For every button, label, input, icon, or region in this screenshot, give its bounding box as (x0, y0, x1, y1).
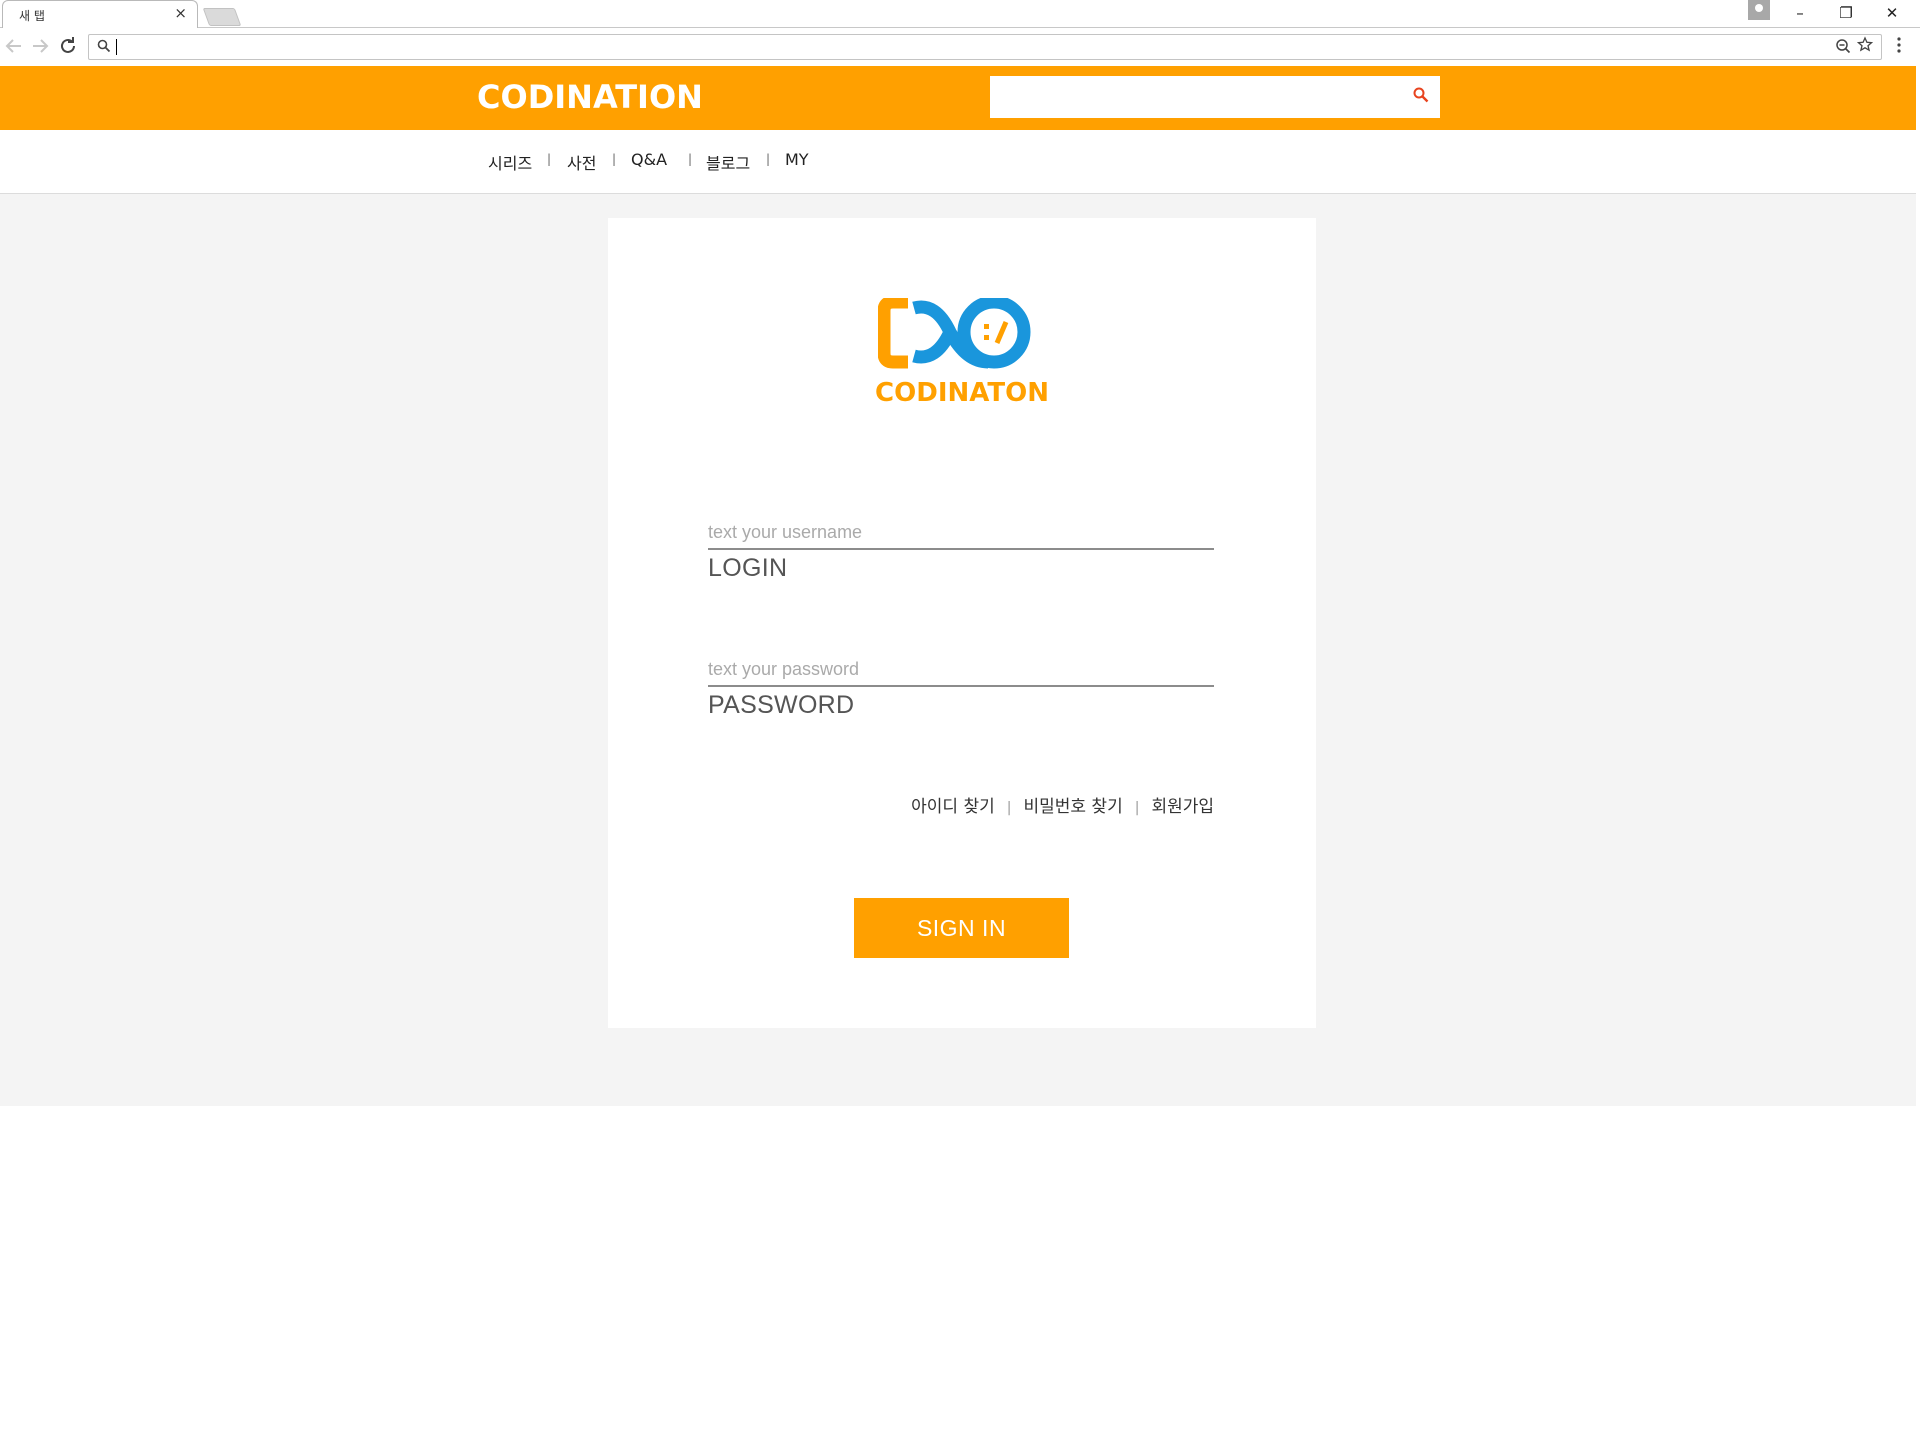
zoom-icon[interactable] (1835, 37, 1851, 59)
signup-link[interactable]: 회원가입 (1151, 792, 1214, 817)
close-window-button[interactable]: ✕ (1874, 2, 1910, 24)
find-password-link[interactable]: 비밀번호 찾기 (1023, 792, 1122, 817)
forward-arrow-icon[interactable] (28, 34, 52, 58)
nav-item-blog[interactable]: 블로그 (706, 150, 750, 174)
link-separator: | (1006, 800, 1012, 816)
find-id-link[interactable]: 아이디 찾기 (911, 792, 995, 817)
bookmark-star-icon[interactable] (1856, 36, 1874, 58)
nav-item-dictionary[interactable]: 사전 (567, 150, 596, 174)
profile-icon[interactable] (1748, 0, 1770, 20)
nav-separator: | (612, 152, 617, 166)
search-icon (97, 39, 111, 57)
link-separator: | (1134, 800, 1140, 816)
reload-icon[interactable] (56, 34, 80, 58)
site-nav: 시리즈 | 사전 | Q&A | 블로그 | MY (0, 130, 1916, 194)
login-card: CODINATON LOGIN PASSWORD 아이디 찾기 | 비밀번호 찾기 |… (608, 218, 1316, 1028)
nav-separator: | (766, 152, 771, 166)
menu-icon[interactable] (1892, 36, 1906, 54)
password-label: PASSWORD (708, 691, 855, 719)
nav-item-qna[interactable]: Q&A (631, 150, 667, 169)
username-label: LOGIN (708, 554, 788, 582)
tab-close-icon[interactable]: × (174, 4, 187, 22)
account-links: 아이디 찾기 | 비밀번호 찾기 | 회원가입 (911, 792, 1214, 817)
nav-item-my[interactable]: MY (785, 150, 809, 169)
new-tab-button[interactable] (202, 8, 242, 26)
password-input[interactable] (708, 653, 1214, 687)
site-search-box[interactable] (990, 76, 1440, 118)
nav-separator: | (547, 152, 552, 166)
browser-tabstrip: 새 탭 × – ❐ ✕ (0, 0, 1920, 28)
password-field: PASSWORD (708, 653, 1214, 720)
username-field: LOGIN (708, 516, 1214, 583)
nav-separator: | (688, 152, 693, 166)
nav-item-series[interactable]: 시리즈 (488, 150, 532, 174)
tab-title: 새 탭 (19, 9, 45, 23)
back-arrow-icon[interactable] (2, 34, 26, 58)
restore-button[interactable]: ❐ (1828, 2, 1864, 24)
search-icon[interactable] (1412, 86, 1430, 104)
browser-toolbar (0, 28, 1920, 66)
browser-tab[interactable]: 새 탭 × (2, 0, 198, 28)
site-header: CODINATION (0, 66, 1916, 130)
username-input[interactable] (708, 516, 1214, 550)
sign-in-button[interactable]: SIGN IN (854, 898, 1069, 958)
codinaton-logo-icon (878, 298, 1031, 369)
text-caret (116, 39, 117, 55)
address-bar[interactable] (88, 34, 1882, 60)
site-logo[interactable]: CODINATION (477, 78, 703, 116)
minimize-button[interactable]: – (1782, 2, 1818, 24)
brand-name: CODINATON (875, 378, 1049, 408)
